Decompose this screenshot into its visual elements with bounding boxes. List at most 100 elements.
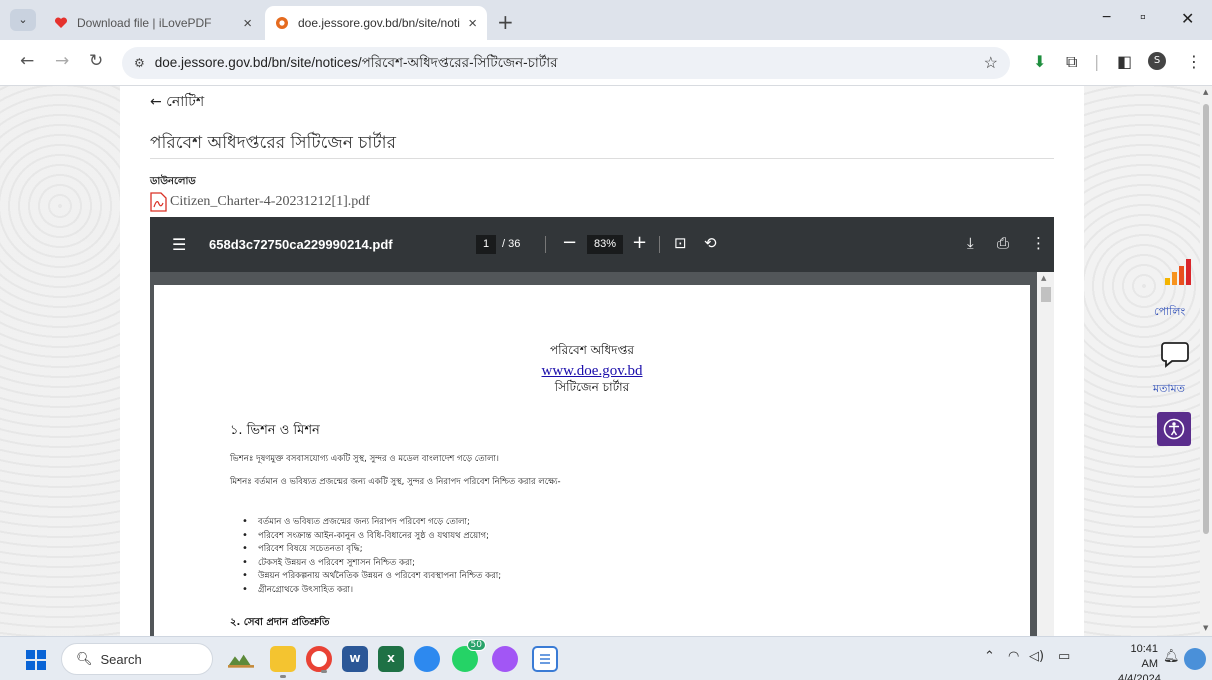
list-item: পরিবেশ সংক্রান্ত আইন-কানুন ও বিধি-বিধানে… (242, 529, 501, 543)
file-explorer-icon[interactable] (270, 646, 296, 678)
pdf-scroll-thumb[interactable] (1041, 287, 1051, 302)
tab-ilovepdf[interactable]: Download file | iLovePDF × (44, 6, 262, 40)
more-options-icon[interactable]: ⋮ (1031, 234, 1046, 252)
download-pdf-icon[interactable]: ⤓ (967, 234, 974, 252)
pdf-viewer: ☰ 658d3c72750ca229990214.pdf 1 / 36 − 83… (150, 217, 1054, 636)
list-item: বর্তমান ও ভবিষ্যত প্রজন্মের জন্য নিরাপদ … (242, 515, 501, 529)
windows-start-icon[interactable] (26, 650, 46, 670)
page-total: / 36 (502, 238, 521, 250)
heart-favicon-icon (54, 16, 68, 30)
pdf-file-icon (150, 192, 167, 212)
tab-close-icon[interactable]: × (468, 15, 477, 32)
edge-icon[interactable] (414, 646, 440, 672)
site-info-icon[interactable]: ⚙ (134, 56, 145, 70)
wifi-icon[interactable]: ◠ (1008, 649, 1019, 664)
list-item: উন্নয়ন পরিকল্পনায় অর্থনৈতিক উন্নয়ন ও … (242, 569, 501, 583)
toolbar-separator (659, 236, 660, 253)
tab-search-icon[interactable]: ⌄ (10, 9, 36, 31)
list-item: গ্রীনগ্রোথকে উৎসাহিত করা। (242, 583, 501, 597)
notepad-icon[interactable] (532, 646, 558, 672)
bookmark-star-icon[interactable]: ☆ (984, 53, 998, 73)
mission-text: মিশনঃ বর্তমান ও ভবিষ্যত প্রজন্মের জন্য এ… (230, 477, 561, 487)
doc-website-link[interactable]: www.doe.gov.bd (542, 363, 643, 379)
toolbar-separator (545, 236, 546, 253)
accessibility-button[interactable] (1157, 412, 1191, 446)
tab-title: doe.jessore.gov.bd/bn/site/noti (298, 16, 460, 30)
mission-list: বর্তমান ও ভবিষ্যত প্রজন্মের জন্য নিরাপদ … (242, 515, 501, 596)
copilot-icon[interactable] (1184, 648, 1206, 670)
scroll-down-icon[interactable]: ▼ (1203, 624, 1208, 632)
zoom-out-icon[interactable]: − (562, 232, 577, 253)
poll-chart-icon[interactable] (1164, 258, 1192, 286)
tab-strip: ⌄ Download file | iLovePDF × doe.jessore… (0, 0, 1212, 40)
doc-org: পরিবেশ অধিদপ্তর (550, 343, 634, 357)
notices-back-link[interactable]: ← নোটিশ (150, 90, 204, 114)
word-icon[interactable]: W (342, 646, 368, 672)
search-label: Search (100, 651, 142, 667)
messenger-icon[interactable] (492, 646, 518, 672)
zoom-in-icon[interactable]: + (632, 232, 647, 253)
minimize-icon[interactable]: − (1102, 9, 1111, 27)
extensions-icon[interactable]: ⧉ (1066, 52, 1077, 72)
pdf-scrollbar[interactable]: ▲ (1037, 272, 1054, 636)
accessibility-icon (1163, 418, 1185, 440)
url-text: doe.jessore.gov.bd/bn/site/notices/পরিবে… (154, 54, 558, 70)
scroll-up-icon[interactable]: ▲ (1203, 88, 1208, 96)
pdf-download-link[interactable]: Citizen_Charter-4-20231212[1].pdf (150, 192, 370, 212)
vision-text: ভিশনঃ দূষণমুক্ত বসবাসযোগ্য একটি সুস্থ, স… (230, 454, 499, 464)
clock-time: 10:41 AM (1130, 643, 1158, 670)
window-scrollbar[interactable]: ▲ ▼ (1200, 86, 1212, 636)
feedback-label[interactable]: মতামত (1153, 380, 1185, 399)
feedback-chat-icon[interactable] (1160, 340, 1190, 368)
zoom-level-input[interactable]: 83% (587, 235, 623, 254)
list-item: পরিবেশ বিষয়ে সচেতনতা বৃদ্ধি; (242, 542, 501, 556)
taskbar-clock[interactable]: 10:41 AM 4/4/2024 (1118, 642, 1161, 680)
new-tab-icon[interactable]: + (497, 10, 514, 34)
taskbar: 🔍︎ Search W X 50 ⌃ ◠ ◁) ▭ 10:41 AM 4/4/2… (0, 636, 1212, 680)
side-panel-icon[interactable]: ◧ (1117, 52, 1132, 71)
section-heading-service: ২. সেবা প্রদান প্রতিশ্রুতি (230, 617, 330, 628)
main-content: ← নোটিশ পরিবেশ অধিদপ্তরের সিটিজেন চার্টা… (120, 86, 1084, 636)
browser-toolbar: ← → ↻ ⚙ doe.jessore.gov.bd/bn/site/notic… (0, 40, 1212, 86)
page-title: পরিবেশ অধিদপ্তরের সিটিজেন চার্টার (150, 133, 396, 153)
notification-bell-icon[interactable]: 🔔︎ (1163, 649, 1180, 664)
chrome-icon[interactable] (306, 646, 332, 673)
whatsapp-icon[interactable]: 50 (452, 639, 486, 672)
tab-doe-jessore[interactable]: doe.jessore.gov.bd/bn/site/noti × (265, 6, 487, 40)
volume-icon[interactable]: ◁) (1029, 649, 1044, 664)
restore-icon[interactable]: ▫ (1140, 9, 1146, 27)
taskbar-widget-icon[interactable] (228, 646, 254, 672)
taskbar-search[interactable]: 🔍︎ Search (61, 643, 213, 675)
battery-icon[interactable]: ▭ (1058, 649, 1070, 664)
back-arrow-icon[interactable]: ← (20, 51, 34, 71)
window-scroll-thumb[interactable] (1203, 104, 1209, 534)
poll-label[interactable]: পোলিং (1154, 303, 1185, 322)
doc-title: সিটিজেন চার্টার (554, 380, 630, 394)
site-favicon-icon (275, 16, 289, 30)
menu-kebab-icon[interactable]: ⋮ (1186, 52, 1202, 71)
reload-icon[interactable]: ↻ (89, 51, 103, 71)
viewer-filename: 658d3c72750ca229990214.pdf (209, 237, 393, 252)
menu-hamburger-icon[interactable]: ☰ (172, 235, 186, 254)
pdf-toolbar: ☰ 658d3c72750ca229990214.pdf 1 / 36 − 83… (150, 217, 1054, 272)
address-bar[interactable]: ⚙ doe.jessore.gov.bd/bn/site/notices/পরি… (122, 47, 1010, 79)
close-window-icon[interactable]: ✕ (1181, 9, 1194, 29)
title-divider (150, 158, 1054, 159)
tray-chevron-icon[interactable]: ⌃ (984, 649, 995, 664)
rotate-icon[interactable]: ⟲ (704, 234, 717, 252)
notification-badge: 50 (466, 639, 486, 651)
print-icon[interactable]: ⎙ (997, 234, 1009, 252)
forward-arrow-icon[interactable]: → (55, 51, 69, 71)
fit-page-icon[interactable]: ⊡ (674, 234, 687, 252)
download-icon[interactable]: ⬇ (1033, 52, 1046, 71)
section-heading-vision: ১. ভিশন ও মিশন (230, 423, 320, 438)
profile-avatar[interactable]: S (1148, 52, 1166, 70)
toolbar-divider: | (1094, 52, 1100, 71)
pdf-page: পরিবেশ অধিদপ্তর www.doe.gov.bd সিটিজেন চ… (154, 285, 1030, 636)
search-icon: 🔍︎ (76, 651, 93, 666)
page-number-input[interactable]: 1 (476, 235, 496, 254)
excel-icon[interactable]: X (378, 646, 404, 672)
scroll-up-icon[interactable]: ▲ (1041, 274, 1046, 282)
tab-close-icon[interactable]: × (243, 15, 252, 32)
list-item: টেকসই উন্নয়ন ও পরিবেশ সুশাসন নিশ্চিত কর… (242, 556, 501, 570)
